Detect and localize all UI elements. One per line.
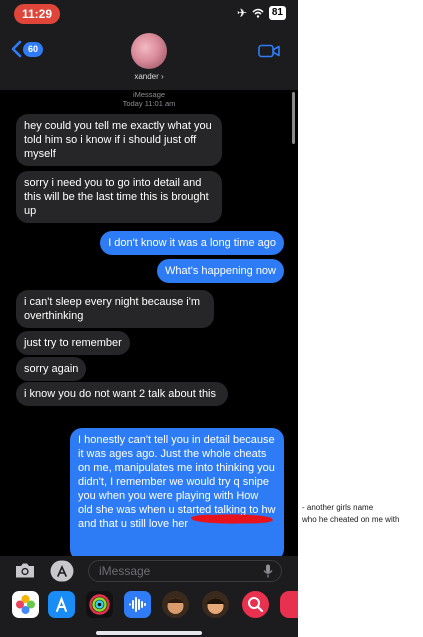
memoji-icon[interactable]	[202, 591, 229, 618]
audio-app-icon[interactable]	[124, 591, 151, 618]
wifi-icon	[252, 8, 264, 18]
app-store-app-icon[interactable]	[48, 591, 75, 618]
conversation-header: 60 xander ›	[0, 28, 298, 90]
microphone-icon[interactable]	[263, 564, 273, 578]
status-icons: ✈ 81	[237, 6, 286, 20]
fitness-app-icon[interactable]	[86, 591, 113, 618]
camera-icon[interactable]	[14, 562, 36, 579]
unread-count-badge[interactable]: 60	[23, 42, 44, 57]
message-input[interactable]	[88, 560, 282, 582]
compose-bar	[0, 556, 298, 586]
message-thread[interactable]: iMessage Today 11:01 am hey could you te…	[0, 90, 298, 556]
annotation-line: - another girls name	[302, 503, 374, 512]
contact-avatar[interactable]	[131, 33, 167, 69]
app-drawer	[0, 586, 298, 637]
status-time: 11:29	[14, 4, 60, 24]
photos-app-icon[interactable]	[12, 591, 39, 618]
message-received[interactable]: i can't sleep every night because i'm ov…	[16, 290, 214, 328]
side-annotation: - another girls name who he cheated on m…	[302, 502, 399, 526]
service-label: iMessage	[132, 90, 166, 99]
message-received[interactable]: sorry i need you to go into detail and t…	[16, 171, 222, 223]
thread-timestamp: Today 11:01 am	[122, 99, 176, 108]
scroll-indicator[interactable]	[292, 92, 295, 144]
message-received[interactable]: sorry again	[16, 357, 87, 381]
message-received[interactable]: just try to remember	[16, 331, 130, 355]
app-store-icon[interactable]	[50, 560, 74, 582]
message-sent[interactable]: I honestly can't tell you in detail beca…	[70, 428, 284, 556]
airplane-icon: ✈	[236, 6, 247, 20]
thread-meta: iMessage Today 11:01 am	[0, 90, 298, 108]
memoji-icon[interactable]	[162, 591, 189, 618]
search-images-icon[interactable]	[242, 591, 269, 618]
more-apps-icon[interactable]	[280, 591, 298, 618]
back-chevron-icon[interactable]	[9, 40, 23, 58]
message-sent[interactable]: What's happening now	[157, 259, 284, 283]
status-bar: 11:29 ✈ 81	[0, 0, 298, 28]
message-sent[interactable]: I don't know it was a long time ago	[100, 231, 284, 255]
annotation-line: who he cheated on me with	[302, 515, 400, 524]
message-received[interactable]: hey could you tell me exactly what you t…	[16, 114, 222, 166]
phone-screen: 11:29 ✈ 81 60 xander › iMessage Today 11…	[0, 0, 298, 637]
contact-name[interactable]: xander ›	[0, 72, 298, 81]
home-indicator[interactable]	[96, 631, 202, 635]
red-redaction-scribble	[191, 514, 273, 524]
message-received[interactable]: i know you do not want 2 talk about this	[16, 382, 228, 406]
battery-icon: 81	[268, 6, 286, 20]
video-call-icon[interactable]	[258, 44, 280, 58]
